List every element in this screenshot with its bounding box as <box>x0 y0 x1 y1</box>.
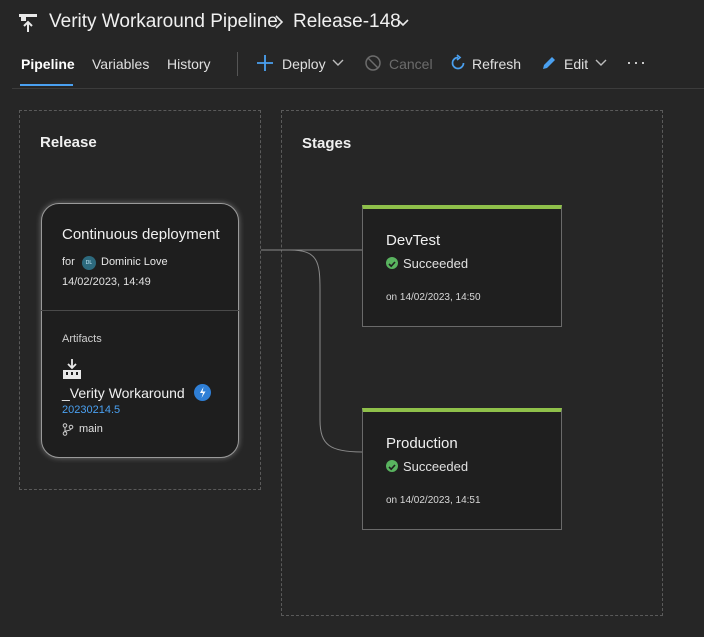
pipeline-title[interactable]: Verity Workaround Pipeline <box>49 11 278 33</box>
cancel-button[interactable]: Cancel <box>389 56 433 72</box>
release-panel-title: Release <box>40 134 97 151</box>
stage-name: Production <box>386 435 458 452</box>
deploy-chevron-down-icon[interactable] <box>331 56 345 70</box>
check-circle-icon <box>386 460 398 472</box>
chevron-right-icon <box>275 15 284 29</box>
plus-icon[interactable] <box>256 54 274 72</box>
artifact-version-link[interactable]: 20230214.5 <box>62 404 120 416</box>
branch-icon <box>62 423 74 436</box>
user-name[interactable]: Dominic Love <box>101 256 168 268</box>
edit-chevron-down-icon[interactable] <box>594 56 608 70</box>
stage-status: Succeeded <box>403 256 469 271</box>
tab-history[interactable]: History <box>167 56 211 72</box>
card-divider <box>41 310 239 311</box>
for-label: for <box>62 256 75 268</box>
branch-name: main <box>79 423 103 435</box>
active-tab-indicator <box>20 84 73 86</box>
stage-name: DevTest <box>386 232 441 249</box>
edit-button[interactable]: Edit <box>564 56 588 72</box>
stage-time: on 14/02/2023, 14:50 <box>386 292 481 303</box>
avatar: DL <box>82 256 96 270</box>
toolbar-bottom-border <box>12 88 704 89</box>
toolbar-divider <box>237 52 238 76</box>
pencil-icon[interactable] <box>540 54 558 72</box>
stage-time: on 14/02/2023, 14:51 <box>386 495 481 506</box>
stage-status: Succeeded <box>403 459 469 474</box>
stages-panel <box>281 110 663 616</box>
pipeline-logo-icon <box>19 14 37 32</box>
chevron-down-icon[interactable] <box>396 16 410 30</box>
artifacts-label: Artifacts <box>62 333 102 345</box>
artifact-name[interactable]: _Verity Workaround <box>62 385 185 401</box>
build-artifact-icon <box>63 359 81 379</box>
more-actions-button[interactable]: ··· <box>626 52 647 73</box>
cancel-icon[interactable] <box>364 54 382 72</box>
stages-panel-title: Stages <box>302 135 352 152</box>
refresh-button[interactable]: Refresh <box>472 56 521 72</box>
toolbar: Pipeline Variables History Deploy Cancel… <box>0 46 704 90</box>
check-circle-icon <box>386 257 398 269</box>
trigger-label: Continuous deployment <box>62 226 220 243</box>
release-name[interactable]: Release-148 <box>293 11 401 33</box>
tab-variables[interactable]: Variables <box>92 56 149 72</box>
release-timestamp: 14/02/2023, 14:49 <box>62 276 151 288</box>
deploy-button[interactable]: Deploy <box>282 56 326 72</box>
tab-pipeline[interactable]: Pipeline <box>21 56 75 72</box>
refresh-icon[interactable] <box>449 54 467 72</box>
header: Verity Workaround Pipeline Release-148 <box>0 0 704 46</box>
continuous-deployment-trigger-icon[interactable] <box>194 384 211 401</box>
